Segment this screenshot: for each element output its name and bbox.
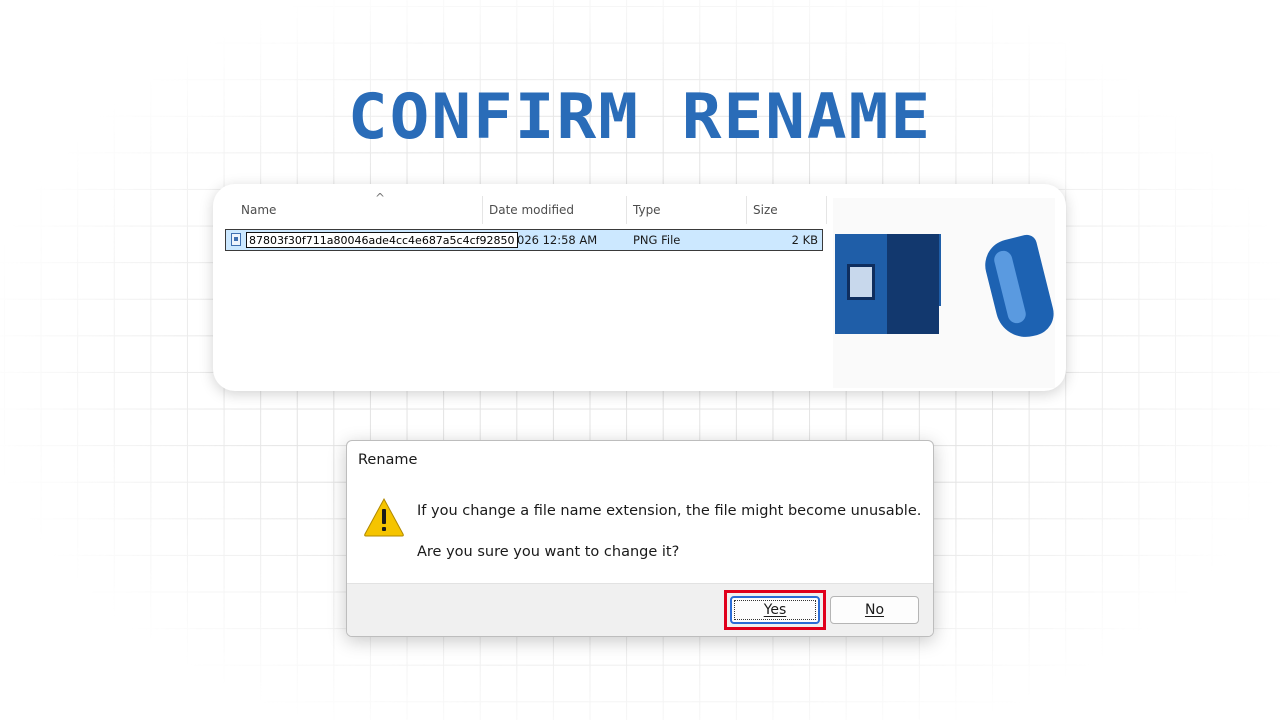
image-file-icon (231, 233, 241, 246)
dialog-button-bar: Yes No (347, 583, 933, 636)
file-explorer-panel: ^ Name Date modified Type Size 026 12:58… (213, 184, 1066, 391)
page-heading: CONFIRM RENAME (347, 79, 933, 154)
file-preview-thumbnail (833, 198, 1059, 388)
file-row-selected[interactable]: 026 12:58 AM PNG File 2 KB (225, 229, 823, 251)
column-header-type[interactable]: Type (627, 196, 747, 224)
file-type: PNG File (633, 233, 681, 247)
dialog-title: Rename (358, 452, 418, 468)
warning-icon (364, 497, 404, 537)
rename-confirm-dialog: Rename If you change a file name extensi… (346, 440, 934, 637)
column-header-date-label: Date modified (489, 203, 575, 217)
file-size: 2 KB (791, 233, 818, 247)
preview-shape (835, 306, 887, 334)
no-button[interactable]: No (830, 596, 919, 624)
dialog-message-line1: If you change a file name extension, the… (417, 503, 922, 519)
column-header-name-label: Name (241, 203, 277, 217)
column-header-name[interactable]: ^ Name (235, 191, 483, 224)
column-header-date[interactable]: Date modified (483, 196, 627, 224)
column-header-type-label: Type (633, 203, 661, 217)
column-headers: ^ Name Date modified Type Size (213, 191, 827, 224)
column-header-size[interactable]: Size (747, 196, 827, 224)
yes-button[interactable]: Yes (730, 596, 820, 624)
file-date-modified: 026 12:58 AM (517, 233, 598, 247)
rename-input[interactable] (246, 232, 518, 248)
column-header-size-label: Size (753, 203, 778, 217)
sort-ascending-icon: ^ (375, 191, 386, 205)
preview-shape (887, 234, 939, 334)
dialog-message-line2: Are you sure you want to change it? (417, 544, 680, 560)
preview-document-icon (847, 264, 875, 300)
